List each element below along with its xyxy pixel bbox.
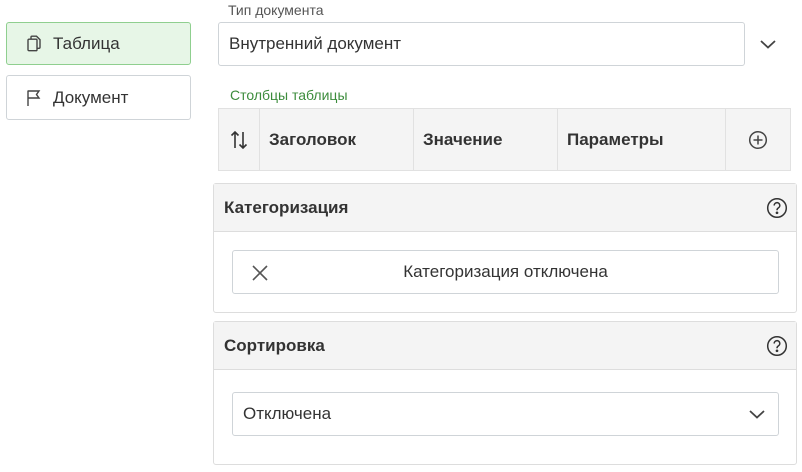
help-icon[interactable] bbox=[766, 335, 788, 357]
columns-label: Столбцы таблицы bbox=[230, 87, 348, 103]
document-button-label: Документ bbox=[53, 87, 129, 107]
column-header-params: Параметры bbox=[558, 109, 726, 170]
columns-table-header: Заголовок Значение Параметры bbox=[218, 108, 791, 171]
categorization-title: Категоризация bbox=[224, 197, 349, 217]
add-column-button[interactable] bbox=[726, 109, 790, 170]
sorting-value: Отключена bbox=[243, 404, 332, 423]
add-column-icon bbox=[748, 130, 768, 150]
column-header-title: Заголовок bbox=[260, 109, 414, 170]
flag-icon bbox=[25, 89, 43, 107]
categorization-value: Категоризация отключена bbox=[403, 262, 608, 281]
table-button[interactable]: Таблица bbox=[6, 22, 191, 65]
sort-column-button[interactable] bbox=[219, 109, 260, 170]
close-icon bbox=[250, 263, 270, 283]
doc-type-select[interactable]: Внутренний документ bbox=[218, 22, 745, 66]
chevron-down-icon[interactable] bbox=[757, 33, 779, 55]
sorting-title: Сортировка bbox=[224, 335, 325, 355]
column-header-value: Значение bbox=[414, 109, 558, 170]
table-button-label: Таблица bbox=[53, 33, 120, 53]
chevron-down-icon bbox=[746, 403, 768, 425]
doc-type-value: Внутренний документ bbox=[229, 34, 402, 53]
document-button[interactable]: Документ bbox=[6, 75, 191, 120]
copy-icon bbox=[25, 35, 43, 53]
sort-icon bbox=[229, 130, 249, 150]
sorting-panel: Сортировка Отключена bbox=[213, 321, 797, 465]
categorization-header: Категоризация bbox=[214, 184, 796, 232]
sorting-header: Сортировка bbox=[214, 322, 796, 370]
categorization-toggle[interactable]: Категоризация отключена bbox=[232, 250, 779, 294]
sorting-select[interactable]: Отключена bbox=[232, 392, 779, 436]
doc-type-label: Тип документа bbox=[228, 2, 324, 18]
categorization-panel: Категоризация Категоризация отключена bbox=[213, 183, 797, 313]
help-icon[interactable] bbox=[766, 197, 788, 219]
